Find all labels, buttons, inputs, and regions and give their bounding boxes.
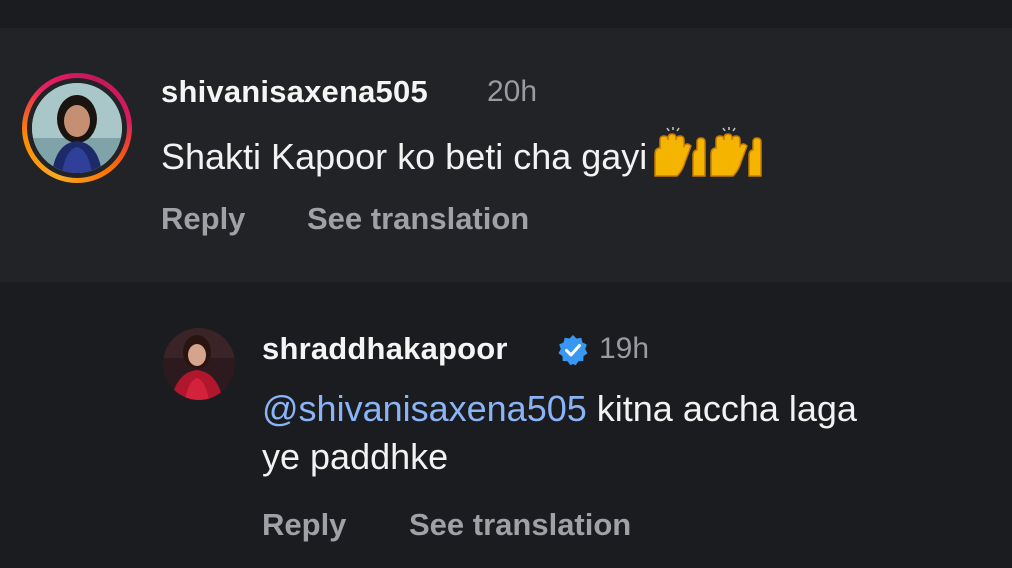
reply-text-line2: ye paddhke — [262, 436, 449, 477]
comment-time: 20h — [487, 75, 538, 108]
avatar-photo — [32, 83, 122, 173]
reply-avatar-photo — [163, 328, 235, 400]
reply-avatar[interactable] — [163, 328, 235, 400]
comment-text: Shakti Kapoor ko beti cha gayi — [161, 126, 767, 193]
avatar[interactable] — [32, 83, 122, 173]
mention-link[interactable]: @shivanisaxena505 — [262, 388, 587, 429]
verified-badge-icon — [558, 335, 588, 366]
reply-time: 19h — [599, 332, 650, 365]
reply-body-line1: kitna accha laga — [586, 388, 857, 429]
comment-body: Shakti Kapoor ko beti cha gayi — [161, 136, 648, 178]
reply-text: @shivanisaxena505 kitna accha laga — [262, 384, 857, 434]
reply-button[interactable]: Reply — [161, 201, 245, 237]
raising-hands-icon — [649, 126, 767, 193]
reply-username[interactable]: shraddhakapoor — [262, 331, 508, 367]
top-strip — [0, 0, 1012, 28]
comment-username[interactable]: shivanisaxena505 — [161, 74, 428, 110]
see-translation-button[interactable]: See translation — [307, 201, 529, 237]
reply-reply-button[interactable]: Reply — [262, 507, 346, 543]
story-ring[interactable] — [22, 73, 132, 183]
reply-see-translation-button[interactable]: See translation — [409, 507, 631, 543]
comments-screen: shivanisaxena505 20h Shakti Kapoor ko be… — [0, 0, 1012, 568]
